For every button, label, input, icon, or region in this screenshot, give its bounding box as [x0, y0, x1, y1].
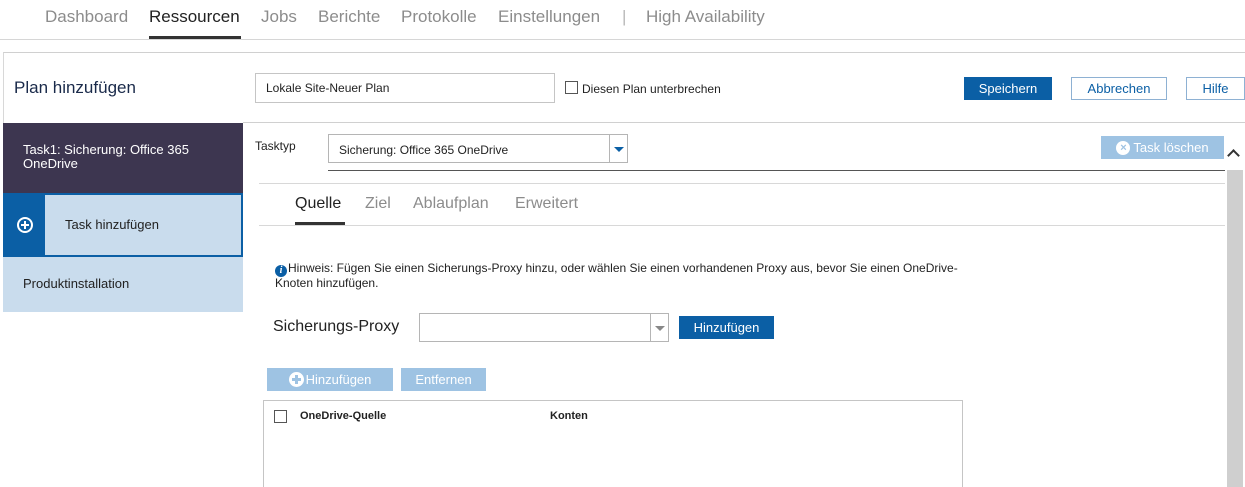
close-circle-icon: × [1116, 140, 1131, 155]
help-button[interactable]: Hilfe [1186, 77, 1245, 100]
column-header-onedrive-source[interactable]: OneDrive-Quelle [300, 410, 386, 422]
sidebar-item-add-task[interactable]: Task hinzufügen [3, 193, 243, 257]
add-source-button[interactable]: Hinzufügen [267, 368, 393, 391]
pause-plan-checkbox[interactable] [565, 81, 578, 94]
nav-separator: | [622, 7, 627, 26]
task-type-value: Sicherung: Office 365 OneDrive [339, 143, 509, 157]
task-type-select[interactable]: Sicherung: Office 365 OneDrive [328, 134, 628, 163]
plan-header-divider [243, 122, 1245, 123]
proxy-label: Sicherungs-Proxy [273, 318, 400, 335]
tab-ziel[interactable]: Ziel [365, 195, 391, 213]
nav-protokolle[interactable]: Protokolle [401, 7, 477, 27]
page-title: Plan hinzufügen [14, 78, 136, 97]
add-task-label: Task hinzufügen [65, 217, 159, 232]
delete-task-button[interactable]: × Task löschen [1101, 136, 1224, 159]
tabs-top-divider [259, 183, 1225, 184]
save-button[interactable]: Speichern [964, 77, 1052, 100]
cancel-button[interactable]: Abbrechen [1071, 77, 1167, 100]
plus-circle-icon [288, 372, 304, 387]
chevron-down-icon [614, 146, 624, 152]
task-type-label: Tasktyp [255, 139, 296, 153]
top-navigation: Dashboard Ressourcen Jobs Berichte Proto… [0, 0, 1245, 40]
nav-jobs[interactable]: Jobs [261, 7, 297, 27]
tab-quelle[interactable]: Quelle [295, 195, 341, 213]
column-header-accounts[interactable]: Konten [550, 410, 588, 422]
plan-header: Plan hinzufügen Diesen Plan unterbrechen… [3, 52, 1245, 123]
delete-task-label: Task löschen [1133, 140, 1209, 155]
proxy-select[interactable] [419, 313, 669, 342]
chevron-up-icon[interactable] [1226, 141, 1243, 171]
add-source-label: Hinzufügen [305, 372, 372, 387]
proxy-hint: i Hinweis: Fügen Sie einen Sicherungs-Pro… [275, 262, 975, 290]
sidebar-item-product-installation[interactable]: Produktinstallation [3, 257, 243, 312]
plus-circle-icon [17, 217, 33, 233]
select-all-checkbox[interactable] [274, 410, 287, 423]
task-divider [328, 170, 1225, 171]
add-proxy-button[interactable]: Hinzufügen [679, 316, 774, 339]
nav-ressourcen[interactable]: Ressourcen [149, 7, 240, 27]
task-type-dropdown-toggle[interactable] [609, 135, 627, 162]
tabs-bottom-divider [259, 225, 1225, 226]
add-task-icon-strip [5, 195, 45, 255]
nav-dashboard[interactable]: Dashboard [45, 7, 128, 27]
hint-text: Hinweis: Fügen Sie einen Sicherungs-Prox… [275, 261, 958, 290]
proxy-dropdown-toggle[interactable] [650, 314, 668, 341]
nav-berichte[interactable]: Berichte [318, 7, 380, 27]
tab-erweitert[interactable]: Erweitert [515, 195, 578, 213]
nav-divider [0, 39, 1245, 40]
onedrive-source-table: OneDrive-Quelle Konten [263, 400, 963, 487]
nav-high-availability[interactable]: High Availability [646, 7, 765, 27]
nav-einstellungen[interactable]: Einstellungen [498, 7, 600, 27]
chevron-down-icon [655, 325, 665, 331]
tab-ablaufplan[interactable]: Ablaufplan [413, 195, 489, 213]
vertical-scrollbar[interactable] [1227, 170, 1243, 487]
pause-plan-label: Diesen Plan unterbrechen [582, 82, 721, 96]
remove-source-button[interactable]: Entfernen [401, 368, 486, 391]
sidebar-item-task1[interactable]: Task1: Sicherung: Office 365 OneDrive [3, 123, 243, 193]
plan-name-input[interactable] [255, 73, 555, 103]
